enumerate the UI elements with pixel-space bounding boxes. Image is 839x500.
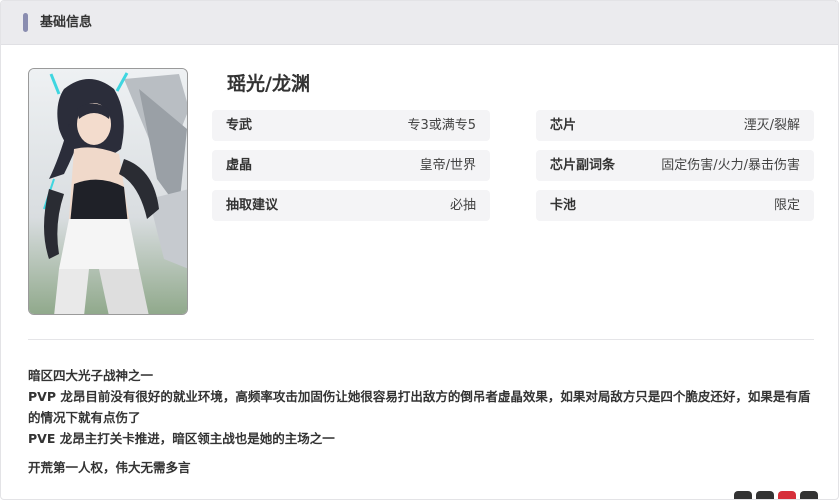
section-title: 基础信息: [40, 15, 93, 30]
info-value: 限定: [773, 198, 800, 213]
section-header: 基础信息: [1, 1, 838, 45]
description-line: PVE 龙昂主打关卡推进，暗区领主战也是她的主场之一: [28, 431, 335, 446]
info-label: 芯片: [550, 118, 577, 133]
info-row-pull-advice: 抽取建议 必抽: [212, 190, 490, 221]
info-row-chip-substats: 芯片副词条 固定伤害/火力/暴击伤害: [536, 150, 814, 181]
toolbar-icon[interactable]: [800, 491, 818, 499]
toolbar-icon[interactable]: [734, 491, 752, 499]
info-label: 专武: [226, 118, 253, 133]
toolbar-icon[interactable]: [778, 491, 796, 499]
info-row-crystal: 虚晶 皇帝/世界: [212, 150, 490, 181]
info-value: 固定伤害/火力/暴击伤害: [661, 158, 800, 173]
bottom-toolbar: [734, 491, 818, 499]
info-label: 芯片副词条: [550, 158, 616, 173]
character-portrait-image: [29, 69, 187, 314]
character-name: 瑶光/龙渊: [227, 73, 310, 95]
character-info-card: 基础信息 瑶光/龙渊 专武 专3或满专5 虚晶 皇帝/世界 抽取建议 必抽 芯片…: [0, 0, 839, 500]
header-accent-bar: [23, 13, 28, 32]
info-label: 虚晶: [226, 158, 253, 173]
info-label: 抽取建议: [226, 198, 279, 213]
info-row-banner: 卡池 限定: [536, 190, 814, 221]
character-portrait: [28, 68, 188, 315]
toolbar-icon[interactable]: [756, 491, 774, 499]
info-value: 皇帝/世界: [419, 158, 476, 173]
description-line: 暗区四大光子战神之一: [28, 368, 154, 383]
info-label: 卡池: [550, 198, 577, 213]
info-value: 湮灭/裂解: [743, 118, 800, 133]
info-row-chip: 芯片 湮灭/裂解: [536, 110, 814, 141]
info-value: 必抽: [449, 198, 476, 213]
description-line: PVP 龙昂目前没有很好的就业环境，高频率攻击加固伤让她很容易打出敌方的倒吊者虚…: [28, 389, 811, 425]
section-divider: [28, 339, 814, 340]
info-row-weapon: 专武 专3或满专5: [212, 110, 490, 141]
description-footer: 开荒第一人权，伟大无需多言: [28, 460, 191, 475]
character-description: 暗区四大光子战神之一 PVP 龙昂目前没有很好的就业环境，高频率攻击加固伤让她很…: [28, 365, 814, 478]
info-value: 专3或满专5: [407, 118, 476, 133]
